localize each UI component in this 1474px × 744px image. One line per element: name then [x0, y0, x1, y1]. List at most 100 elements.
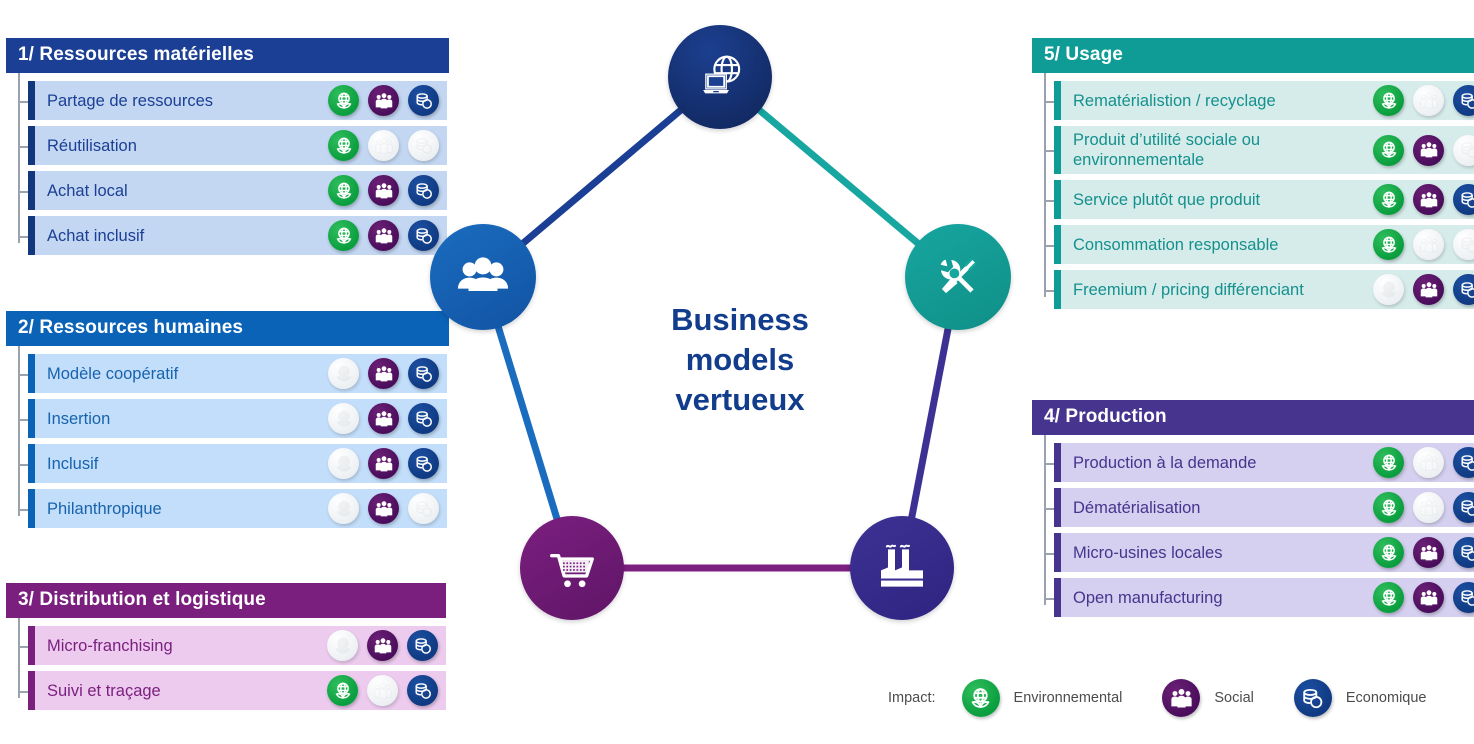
row-label: Achat inclusif	[47, 226, 145, 245]
people-group-icon	[457, 257, 509, 291]
section-2-row[interactable]: Philanthropique	[18, 489, 449, 528]
factory-icon	[881, 544, 923, 587]
environment-globe-icon	[327, 675, 358, 706]
row-accent-bar	[28, 399, 35, 438]
tools-icon	[940, 258, 977, 294]
row-label: Achat local	[47, 181, 128, 200]
economy-coins-icon-inactive	[1453, 134, 1474, 166]
section-5-rows: Rematérialistion / recyclage Produit d’ut…	[1032, 73, 1474, 309]
section-3-row[interactable]: Micro-franchising	[18, 626, 446, 665]
social-people-icon-inactive	[368, 130, 399, 161]
section-5-row[interactable]: Freemium / pricing différenciant	[1044, 270, 1474, 309]
legend-label-environmental: Environnemental	[1013, 690, 1123, 706]
section-1-row[interactable]: Réutilisation	[18, 126, 449, 165]
section-5-row[interactable]: Produit d’utilité sociale ou environneme…	[1044, 126, 1474, 174]
section-1-row[interactable]: Achat local	[18, 171, 449, 210]
row-accent-bar	[28, 216, 35, 255]
row-label: Suivi et traçage	[47, 681, 161, 700]
row-label: Rematérialistion / recyclage	[1073, 91, 1276, 110]
section-4-row[interactable]: Production à la demande	[1044, 443, 1474, 482]
social-people-icon	[368, 175, 399, 206]
environment-globe-icon-inactive	[328, 403, 359, 434]
section-2-row[interactable]: Inclusif	[18, 444, 449, 483]
social-people-icon	[368, 220, 399, 251]
section-panel-1: 1/ Ressources matérielles Partage de res…	[6, 38, 449, 261]
social-people-icon	[368, 448, 399, 479]
environment-globe-icon	[1373, 447, 1404, 478]
economy-coins-icon-inactive	[1453, 229, 1474, 260]
row-label: Inclusif	[47, 454, 99, 473]
social-people-icon-inactive	[367, 675, 398, 706]
row-label: Freemium / pricing différenciant	[1073, 280, 1304, 299]
row-impact-icons	[1373, 134, 1474, 166]
node-tools[interactable]	[905, 224, 1011, 330]
section-1-header: 1/ Ressources matérielles	[6, 38, 449, 73]
row-body: Dématérialisation	[1061, 488, 1474, 527]
node-people-group[interactable]	[430, 224, 536, 330]
section-2-header: 2/ Ressources humaines	[6, 311, 449, 346]
node-globe-laptop[interactable]	[668, 25, 772, 129]
section-1-rows: Partage de ressources Réutilisation Achat …	[6, 73, 449, 255]
pentagon-diagram: Business models vertueux	[420, 0, 1060, 670]
row-label: Philanthropique	[47, 499, 162, 518]
section-5-row[interactable]: Service plutôt que produit	[1044, 180, 1474, 219]
row-accent-bar	[28, 171, 35, 210]
economy-coins-icon	[1453, 447, 1474, 478]
center-title-line-3: vertueux	[675, 382, 805, 417]
row-impact-icons	[1373, 492, 1474, 523]
social-people-icon	[367, 630, 398, 661]
row-body: Rematérialistion / recyclage	[1061, 81, 1474, 120]
shopping-cart-icon	[550, 553, 594, 588]
row-body: Freemium / pricing différenciant	[1061, 270, 1474, 309]
row-label: Service plutôt que produit	[1073, 190, 1261, 209]
globe-laptop-icon	[703, 55, 741, 94]
section-panel-2: 2/ Ressources humaines Modèle coopératif…	[6, 311, 449, 534]
row-accent-bar	[28, 626, 35, 665]
section-2-rows: Modèle coopératif Insertion Inclusif Philan…	[6, 346, 449, 528]
row-impact-icons	[1373, 447, 1474, 478]
social-people-icon	[1413, 184, 1444, 215]
section-5-row[interactable]: Consommation responsable	[1044, 225, 1474, 264]
section-4-row[interactable]: Dématérialisation	[1044, 488, 1474, 527]
node-shopping-cart[interactable]	[520, 516, 624, 620]
legend-label-economique: Economique	[1345, 690, 1427, 706]
row-body: Réutilisation	[35, 126, 447, 165]
environment-globe-icon	[1373, 492, 1404, 523]
economy-coins-icon	[407, 675, 438, 706]
row-label: Réutilisation	[47, 136, 137, 155]
social-people-icon	[1413, 582, 1444, 613]
row-body: Consommation responsable	[1061, 225, 1474, 264]
environment-globe-icon	[328, 130, 359, 161]
row-accent-bar	[28, 81, 35, 120]
environment-globe-icon	[1373, 229, 1404, 260]
row-accent-bar	[28, 671, 35, 710]
social-people-icon	[368, 493, 399, 524]
row-body: Service plutôt que produit	[1061, 180, 1474, 219]
environment-globe-icon-inactive	[327, 630, 358, 661]
node-factory[interactable]	[850, 516, 954, 620]
row-impact-icons	[1373, 274, 1474, 305]
center-title: Business models vertueux	[575, 300, 905, 420]
environment-globe-icon	[1373, 134, 1404, 166]
row-label: Produit d’utilité sociale ou environneme…	[1073, 131, 1261, 169]
social-people-icon	[1162, 679, 1201, 717]
section-2-row[interactable]: Insertion	[18, 399, 449, 438]
social-people-icon-inactive	[1413, 447, 1444, 478]
row-label: Dématérialisation	[1073, 498, 1201, 517]
section-4-row[interactable]: Open manufacturing	[1044, 578, 1474, 617]
economy-coins-icon	[1453, 274, 1474, 305]
social-people-icon	[368, 85, 399, 116]
row-body: Inclusif	[35, 444, 447, 483]
row-label: Modèle coopératif	[47, 364, 179, 383]
section-1-row[interactable]: Partage de ressources	[18, 81, 449, 120]
row-body: Micro-franchising	[35, 626, 446, 665]
section-2-row[interactable]: Modèle coopératif	[18, 354, 449, 393]
row-label: Micro-usines locales	[1073, 543, 1223, 562]
section-3-row[interactable]: Suivi et traçage	[18, 671, 446, 710]
environment-globe-icon-inactive	[328, 493, 359, 524]
section-5-row[interactable]: Rematérialistion / recyclage	[1044, 81, 1474, 120]
section-1-row[interactable]: Achat inclusif	[18, 216, 449, 255]
environment-globe-icon	[328, 85, 359, 116]
section-4-row[interactable]: Micro-usines locales	[1044, 533, 1474, 572]
row-impact-icons	[1373, 582, 1474, 613]
